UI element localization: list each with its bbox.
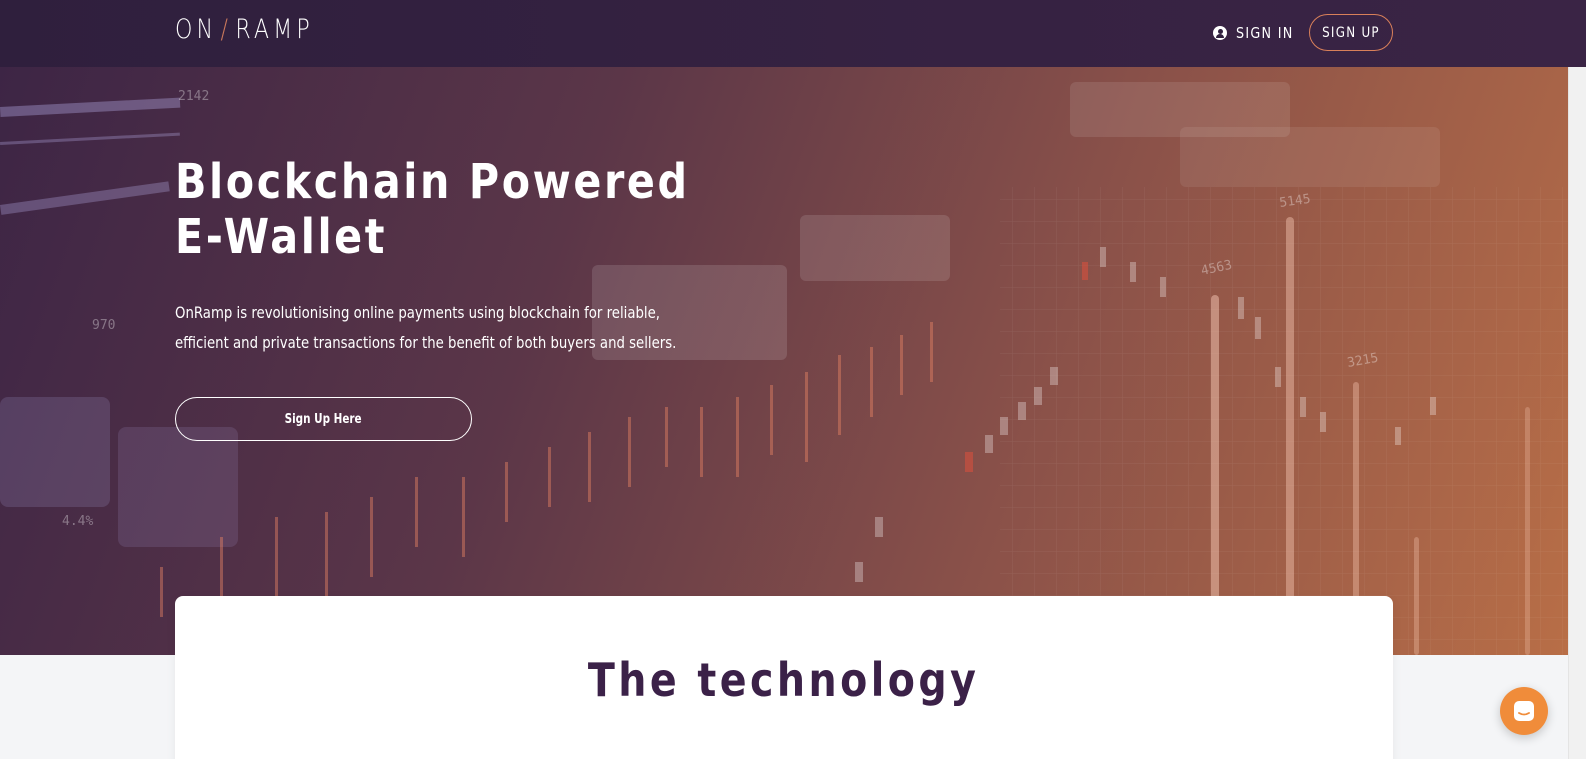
technology-heading: The technology — [175, 653, 1393, 707]
sign-in-link[interactable]: SIGN IN — [1213, 22, 1304, 44]
user-circle-icon — [1213, 26, 1227, 40]
onramp-logo[interactable]: ON / RAMP — [175, 14, 314, 45]
sign-in-label: SIGN IN — [1236, 24, 1294, 42]
bg-number-2142: 2142 — [178, 89, 209, 104]
sign-up-button[interactable]: SIGN UP — [1309, 14, 1393, 51]
hero-title-line-2: E-Wallet — [175, 209, 388, 265]
technology-heading-text: The technology — [588, 653, 980, 707]
technology-card: The technology — [175, 596, 1393, 759]
hero-description: OnRamp is revolutionising online payment… — [175, 303, 677, 352]
hero-title-line-1: Blockchain Powered — [175, 154, 690, 210]
chat-launcher-button[interactable] — [1500, 687, 1548, 735]
bg-number-4-4-percent: 4.4% — [62, 514, 93, 529]
page-scrollbar[interactable] — [1568, 67, 1586, 759]
hero-title: Blockchain Powered E-Wallet — [175, 155, 777, 265]
logo-text-ramp: RAMP — [235, 14, 314, 45]
sign-up-here-label: Sign Up Here — [285, 411, 362, 427]
top-navigation-bar: ON / RAMP SIGN IN SIGN UP — [0, 0, 1586, 67]
chat-bubble-icon — [1514, 701, 1534, 721]
sign-up-label: SIGN UP — [1322, 24, 1380, 41]
logo-slash: / — [220, 14, 233, 45]
logo-text-on: ON — [175, 14, 218, 45]
sign-up-here-button[interactable]: Sign Up Here — [175, 397, 472, 441]
bg-number-970: 970 — [92, 318, 115, 333]
